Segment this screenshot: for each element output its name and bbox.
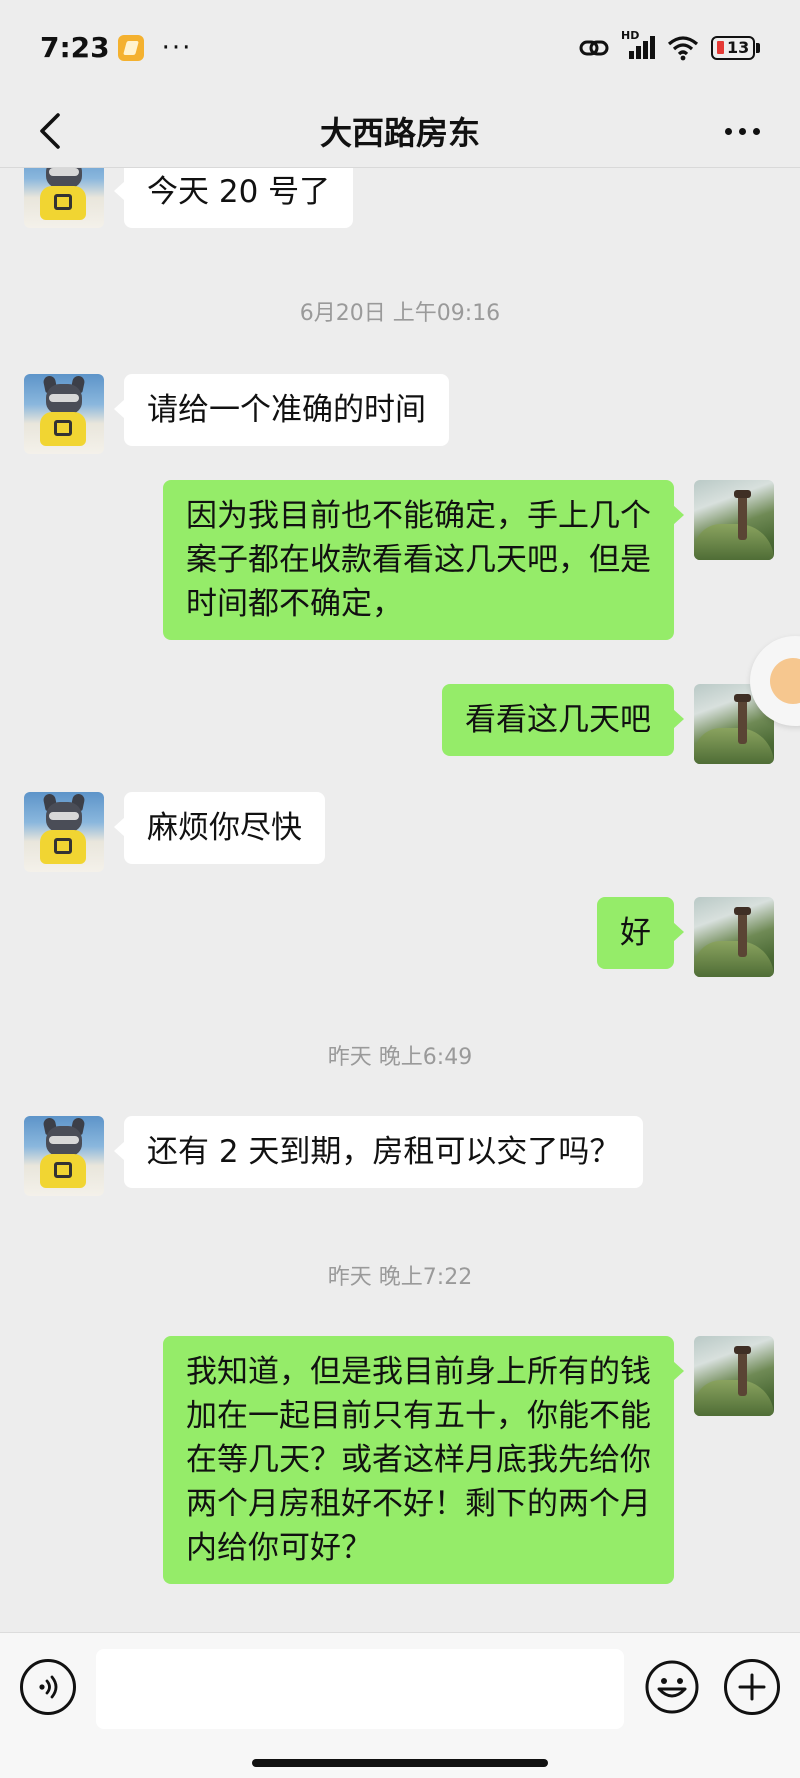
more-options-button[interactable]: [712, 109, 772, 153]
message-bubble-sent[interactable]: 好: [597, 897, 684, 969]
status-bar: 7:23 ··· HD 13: [0, 0, 800, 95]
self-avatar[interactable]: [694, 897, 774, 977]
contact-avatar[interactable]: [24, 374, 104, 454]
message-timestamp: 昨天 晚上6:49: [327, 1045, 473, 1070]
floating-widget-icon: [770, 658, 800, 704]
contact-avatar[interactable]: [24, 168, 104, 228]
status-time: 7:23: [40, 31, 110, 64]
more-dot: [738, 127, 746, 135]
more-dot: [752, 127, 760, 135]
signal-hd-label: HD: [621, 28, 640, 42]
contact-avatar[interactable]: [24, 1116, 104, 1196]
signal-icon: HD: [621, 29, 655, 61]
message-timestamp: 6月20日 上午09:16: [299, 301, 501, 326]
chat-header: 大西路房东: [0, 95, 800, 167]
message-input-bar: [0, 1632, 800, 1778]
back-button[interactable]: [28, 109, 72, 153]
battery-tip: [756, 42, 760, 53]
status-more-indicator: ···: [161, 32, 193, 63]
home-indicator[interactable]: [252, 1759, 548, 1767]
self-avatar[interactable]: [694, 1336, 774, 1416]
voice-icon: [39, 1675, 58, 1699]
chat-message-list[interactable]: 今天 20 号了 6月20日 上午09:16 请给一个准确的时间 因为我目前也不…: [0, 168, 800, 1632]
message-text-input[interactable]: [96, 1649, 624, 1729]
link-icon: [579, 37, 609, 59]
more-actions-button[interactable]: [724, 1659, 780, 1715]
more-dots-icon: [724, 127, 732, 135]
message-timestamp: 昨天 晚上7:22: [327, 1265, 473, 1290]
self-avatar[interactable]: [694, 480, 774, 560]
chevron-left-icon: [40, 113, 60, 149]
message-bubble-received[interactable]: 还有 2 天到期，房租可以交了吗？: [113, 1116, 644, 1188]
message-bubble-received[interactable]: 麻烦你尽快: [114, 792, 325, 864]
battery-body: 13: [711, 35, 755, 60]
emoji-icon: [645, 1660, 699, 1714]
battery-icon: 13: [711, 35, 760, 60]
plus-icon: [738, 1673, 766, 1701]
chat-title: 大西路房东: [319, 114, 480, 152]
message-bubble-received[interactable]: 请给一个准确的时间: [114, 374, 449, 446]
voice-input-button[interactable]: [20, 1659, 76, 1715]
battery-level: 13: [727, 37, 750, 57]
message-bubble-received[interactable]: 今天 20 号了: [113, 168, 354, 228]
message-bubble-sent[interactable]: 我知道，但是我目前身上所有的钱 加在一起目前只有五十，你能不能 在等几天？或者这…: [163, 1336, 684, 1584]
wifi-icon: [667, 35, 699, 61]
app-notification-icon: [117, 34, 144, 61]
contact-avatar[interactable]: [24, 792, 104, 872]
status-icons: HD 13: [579, 29, 760, 61]
message-bubble-sent[interactable]: 因为我目前也不能确定，手上几个 案子都在收款看看这几天吧，但是 时间都不确定，: [163, 480, 684, 640]
message-bubble-sent[interactable]: 看看这几天吧: [442, 684, 684, 756]
emoji-button[interactable]: [644, 1659, 700, 1715]
battery-fill: [717, 41, 724, 54]
